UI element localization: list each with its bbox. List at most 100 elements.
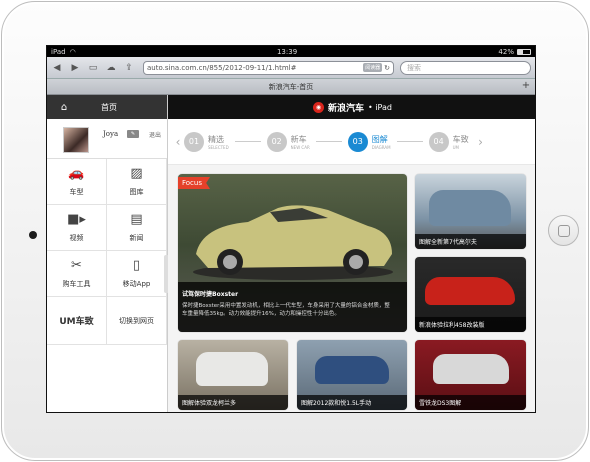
share-icon[interactable]: ⇪ bbox=[123, 63, 135, 73]
chevron-left-icon[interactable]: ‹ bbox=[172, 135, 184, 149]
tab-title[interactable]: 新浪汽车-首页 bbox=[269, 82, 314, 92]
sidebar-item-mobile-app[interactable]: ▯ 移动App bbox=[107, 251, 167, 297]
car-photo bbox=[315, 356, 389, 384]
um-logo: UM车致 bbox=[59, 317, 94, 327]
sidebar-item-switch-web[interactable]: 切换到网页 bbox=[107, 297, 167, 345]
sina-logo-icon: ◉ bbox=[313, 101, 325, 113]
carrier-label: iPad bbox=[51, 47, 66, 56]
step-number: 03 bbox=[347, 131, 368, 152]
card-korando[interactable]: 图解体验双龙柯兰多 bbox=[178, 340, 288, 410]
back-icon[interactable]: ◀ bbox=[51, 63, 63, 73]
new-tab-button[interactable]: + bbox=[520, 80, 532, 92]
sidebar-item-video[interactable]: ■▸ 视频 bbox=[47, 205, 107, 251]
car-photo bbox=[193, 205, 393, 280]
screen: iPad ◠ 13:39 42% ◀ ▶ ▭ ☁ ⇪ auto.sina.com.… bbox=[46, 45, 536, 413]
step-divider bbox=[234, 141, 261, 142]
step-sub: NEW CAR bbox=[290, 144, 310, 150]
home-button[interactable] bbox=[548, 215, 579, 246]
chevron-right-icon[interactable]: › bbox=[475, 135, 487, 149]
reload-icon[interactable]: ↻ bbox=[384, 64, 390, 72]
brand-bar: ◉ 新浪汽车 • iPad bbox=[168, 95, 535, 119]
home-label[interactable]: 首页 bbox=[101, 102, 117, 113]
news-icon: ▤ bbox=[130, 212, 143, 227]
url-field[interactable]: auto.sina.com.cn/855/2012-09-11/1.html# … bbox=[143, 60, 394, 75]
user-panel: Joya ✎ 退出 bbox=[47, 119, 167, 159]
sidebar-item-label: 新闻 bbox=[129, 234, 144, 242]
sidebar-item-label: 切换到网页 bbox=[119, 316, 154, 325]
video-camera-icon: ■▸ bbox=[67, 212, 86, 227]
step-number: 04 bbox=[428, 131, 449, 152]
search-placeholder: 搜索 bbox=[407, 63, 421, 72]
card-caption: 图解全新第7代高尔夫 bbox=[415, 234, 526, 249]
step-title: 车致 bbox=[452, 134, 469, 144]
step-sub: SELECTED bbox=[208, 144, 229, 150]
search-field[interactable]: 搜索 bbox=[400, 60, 531, 75]
step-number: 01 bbox=[184, 131, 204, 152]
card-caption: 新浪体验拉利458改装版 bbox=[415, 317, 526, 332]
card-ferrari[interactable]: 新浪体验拉利458改装版 bbox=[415, 257, 526, 332]
url-text: auto.sina.com.cn/855/2012-09-11/1.html# bbox=[147, 63, 297, 72]
focus-card[interactable]: Focus 试驾保时捷Boxster 保时捷Boxster采用中置发动机，相比上… bbox=[178, 174, 407, 332]
car-photo bbox=[433, 354, 509, 384]
card-golf[interactable]: 图解全新第7代高尔夫 bbox=[415, 174, 526, 249]
car-photo bbox=[429, 190, 511, 226]
avatar[interactable] bbox=[63, 127, 89, 153]
sidebar-item-um[interactable]: UM车致 bbox=[47, 297, 107, 345]
card-caption: 雪铁龙DS3图解 bbox=[415, 395, 526, 410]
card-grid: Focus 试驾保时捷Boxster 保时捷Boxster采用中置发动机，相比上… bbox=[178, 174, 526, 410]
card-heyue[interactable]: 图解2012款和悦1.5L手动 bbox=[297, 340, 407, 410]
car-icon: 🚗 bbox=[68, 166, 85, 181]
sidebar-item-label: 车型 bbox=[69, 188, 84, 196]
user-name: Joya bbox=[103, 130, 119, 138]
tab-bar: 新浪汽车-首页 + bbox=[47, 79, 535, 95]
step-title: 图解 bbox=[371, 134, 388, 144]
card-caption: 图解2012款和悦1.5L手动 bbox=[297, 395, 407, 410]
sidebar-item-label: 图库 bbox=[129, 188, 144, 196]
logout-link[interactable]: 退出 bbox=[149, 130, 161, 139]
car-photo bbox=[425, 277, 515, 305]
brand-name: 新浪汽车 bbox=[328, 103, 365, 114]
status-bar: iPad ◠ 13:39 42% bbox=[47, 46, 535, 57]
sidebar-item-news[interactable]: ▤ 新闻 bbox=[107, 205, 167, 251]
step-title: 精选 bbox=[208, 134, 224, 144]
phone-icon: ▯ bbox=[132, 258, 141, 273]
battery-percent: 42% bbox=[498, 47, 514, 56]
edit-profile-icon[interactable]: ✎ bbox=[127, 130, 139, 138]
tools-icon: ✂ bbox=[71, 258, 82, 273]
sidebar-item-gallery[interactable]: ▨ 图库 bbox=[107, 159, 167, 205]
home-button-icon bbox=[558, 225, 570, 237]
step-nav: ‹ 01 精选 SELECTED 02 新车 NEW CAR 03 图解 DIAGRAM 0… bbox=[168, 119, 535, 165]
reader-button[interactable]: 阅读器 bbox=[363, 63, 383, 72]
camera bbox=[29, 231, 37, 239]
sidebar-item-car-models[interactable]: 🚗 车型 bbox=[47, 159, 107, 205]
step-title: 新车 bbox=[290, 134, 307, 144]
main-content: ◉ 新浪汽车 • iPad ‹ 01 精选 SELECTED 02 新车 NEW CAR… bbox=[168, 95, 535, 412]
cloud-icon[interactable]: ☁ bbox=[105, 63, 117, 73]
sidebar-item-label: 视频 bbox=[69, 234, 84, 242]
sidebar-header: ⌂ 首页 bbox=[47, 95, 167, 119]
bookmarks-icon[interactable]: ▭ bbox=[87, 63, 99, 73]
forward-icon[interactable]: ▶ bbox=[69, 63, 81, 73]
tab-selected[interactable]: 01 精选 SELECTED bbox=[184, 131, 229, 152]
wifi-icon: ◠ bbox=[69, 47, 76, 56]
card-caption: 图解体验双龙柯兰多 bbox=[178, 395, 288, 410]
focus-description: 保时捷Boxster采用中置发动机，相比上一代车型，车身采用了大量的铝合金材质，… bbox=[182, 303, 390, 317]
app: ⌂ 首页 Joya ✎ 退出 🚗 车型 ▨ 图库 ■▸ 视频 ▤ 新闻 ✂ 购车工具 ▯ 移… bbox=[47, 95, 535, 412]
battery-icon bbox=[516, 48, 531, 55]
tab-new-car[interactable]: 02 新车 NEW CAR bbox=[266, 131, 310, 152]
car-photo bbox=[196, 352, 268, 386]
step-divider bbox=[396, 141, 423, 142]
step-sub: DIAGRAM bbox=[371, 144, 391, 150]
focus-title: 试驾保时捷Boxster bbox=[182, 291, 239, 298]
sidebar-item-label: 购车工具 bbox=[62, 280, 91, 288]
clock: 13:39 bbox=[276, 47, 298, 56]
home-icon[interactable]: ⌂ bbox=[47, 102, 81, 113]
sidebar: ⌂ 首页 Joya ✎ 退出 🚗 车型 ▨ 图库 ■▸ 视频 ▤ 新闻 ✂ 购车工具 ▯ 移… bbox=[47, 95, 169, 412]
tab-diagram[interactable]: 03 图解 DIAGRAM bbox=[347, 131, 391, 152]
sidebar-grid: 🚗 车型 ▨ 图库 ■▸ 视频 ▤ 新闻 ✂ 购车工具 ▯ 移动App UM车致 切换到网页 bbox=[47, 159, 167, 345]
gallery-icon: ▨ bbox=[130, 166, 143, 181]
card-ds3[interactable]: 雪铁龙DS3图解 bbox=[415, 340, 526, 410]
tab-um[interactable]: 04 车致 UM bbox=[428, 131, 469, 152]
sidebar-item-tools[interactable]: ✂ 购车工具 bbox=[47, 251, 107, 297]
brand-suffix: • iPad bbox=[368, 102, 392, 112]
